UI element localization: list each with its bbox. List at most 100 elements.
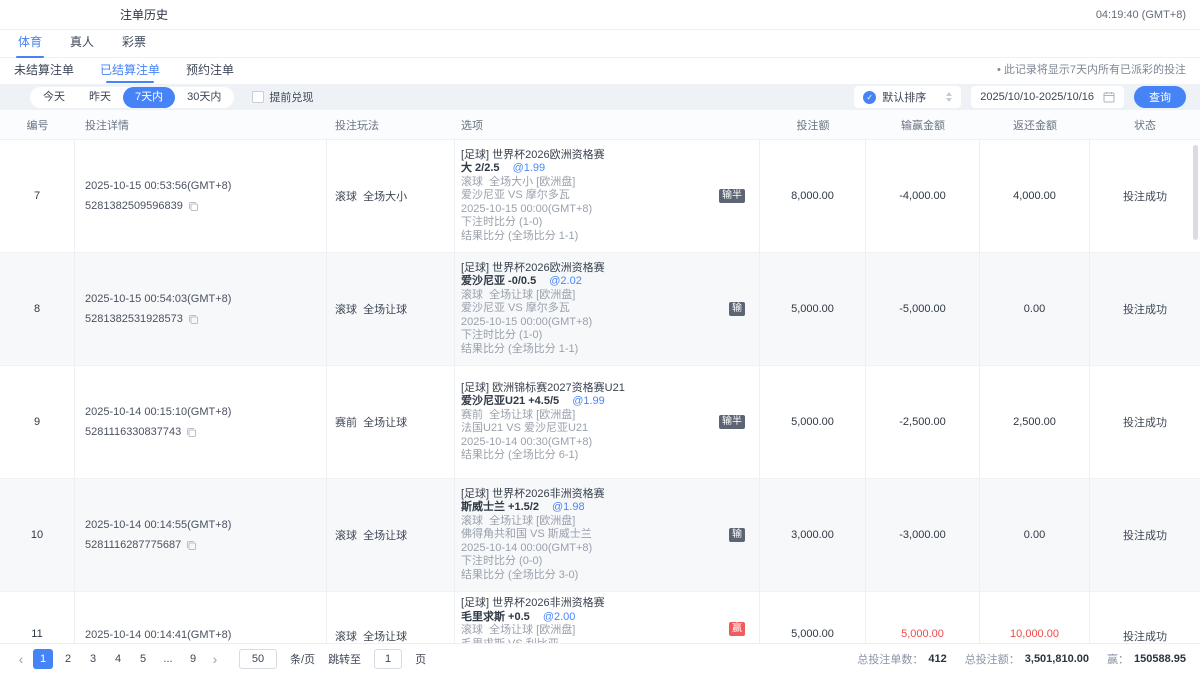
copy-icon[interactable]: [186, 427, 197, 438]
bet-play: 滚球 全场让球: [335, 628, 454, 643]
match-time: 2025-10-15 00:00(GMT+8): [461, 203, 759, 217]
return-amount: 0.00: [1024, 303, 1045, 315]
page-buttons: 12345...9: [33, 649, 203, 669]
page-button[interactable]: 1: [33, 649, 53, 669]
table-header-cell: 编号: [0, 117, 75, 133]
page-button[interactable]: ...: [158, 649, 178, 669]
league-name: [足球] 世界杯2026欧洲资格赛: [461, 149, 759, 163]
bet-amount-cell: 3,000.00: [760, 479, 866, 591]
return-amount: 0.00: [1024, 529, 1045, 541]
vertical-scrollbar-thumb[interactable]: [1193, 145, 1198, 240]
table-header-cell: 投注详情: [75, 117, 327, 133]
main-tab[interactable]: 真人: [70, 33, 94, 57]
bet-amount: 5,000.00: [791, 416, 834, 428]
date-range-button[interactable]: 30天内: [175, 87, 233, 108]
date-range-input[interactable]: 2025/10/10-2025/10/16: [971, 86, 1124, 108]
main-tab[interactable]: 彩票: [122, 33, 146, 57]
subtab-row: 未结算注单 已结算注单 预约注单 • 此记录将显示7天内所有已派彩的投注: [0, 58, 1200, 84]
page-button[interactable]: 5: [133, 649, 153, 669]
date-range-button[interactable]: 昨天: [77, 87, 123, 108]
sub-tab[interactable]: 预约注单: [186, 61, 234, 84]
bet-score: 下注时比分 (1-0): [461, 216, 759, 230]
market-info: 赛前 全场让球 [欧洲盘]: [461, 409, 759, 423]
bet-options-cell: [足球] 欧洲锦标赛2027资格赛U21 爱沙尼亚U21 +4.5/5 @1.9…: [455, 366, 760, 478]
bet-amount-cell: 5,000.00: [760, 253, 866, 365]
result-score: 结果比分 (全场比分 3-0): [461, 569, 759, 583]
prev-page-button[interactable]: ‹: [14, 651, 28, 667]
record-note: • 此记录将显示7天内所有已派彩的投注: [997, 61, 1186, 84]
win-loss-cell: -3,000.00: [866, 479, 980, 591]
pick: 大 2/2.5: [461, 162, 500, 174]
page-button[interactable]: 9: [183, 649, 203, 669]
page-button[interactable]: 2: [58, 649, 78, 669]
page-button[interactable]: 4: [108, 649, 128, 669]
page-title: 注单历史: [120, 6, 168, 23]
result-badge: 输: [729, 302, 745, 316]
calendar-icon: [1103, 91, 1115, 103]
bet-amount: 8,000.00: [791, 190, 834, 202]
pick: 爱沙尼亚U21 +4.5/5: [461, 395, 559, 407]
bet-play: 滚球 全场大小: [335, 188, 454, 204]
sub-tab[interactable]: 未结算注单: [14, 61, 74, 84]
sort-caret-icon: [946, 92, 952, 102]
return-amount: 2,500.00: [1013, 416, 1056, 428]
row-number-cell: 10: [0, 479, 75, 591]
league-name: [足球] 世界杯2026欧洲资格赛: [461, 262, 759, 276]
bet-amount-cell: 5,000.00: [760, 592, 866, 643]
bet-play-cell: 滚球 全场让球: [327, 479, 455, 591]
copy-icon[interactable]: [188, 314, 199, 325]
bet-status: 投注成功: [1123, 188, 1167, 204]
table-header-cell: 返还金额: [980, 117, 1090, 133]
result-badge: 输半: [719, 415, 745, 429]
pagination: ‹ 12345...9 › 条/页 跳转至 页: [14, 649, 426, 669]
pick-line: 爱沙尼亚 -0/0.5 @2.02: [461, 275, 759, 289]
bet-play: 滚球 全场让球: [335, 527, 454, 543]
status-cell: 投注成功: [1090, 366, 1200, 478]
league-name: [足球] 世界杯2026非洲资格赛: [461, 597, 759, 611]
checkbox-label: 提前兑现: [269, 89, 313, 105]
odds: @1.99: [572, 395, 605, 407]
bet-id-line: 5281116330837743: [85, 425, 326, 439]
total-bet-count: 总投注单数： 412: [857, 651, 946, 667]
query-button[interactable]: 查询: [1134, 86, 1186, 108]
bet-id: 5281382509596839: [85, 199, 183, 213]
market-info: 滚球 全场让球 [欧洲盘]: [461, 289, 759, 303]
date-range-button[interactable]: 7天内: [123, 87, 175, 108]
row-number: 9: [34, 416, 40, 428]
sub-tabs: 未结算注单 已结算注单 预约注单: [14, 61, 234, 84]
totals: 总投注单数： 412 总投注额： 3,501,810.00 赢： 150588.…: [857, 651, 1186, 667]
date-range-button[interactable]: 今天: [31, 87, 77, 108]
bet-status: 投注成功: [1123, 628, 1167, 643]
checkbox-icon[interactable]: [252, 91, 264, 103]
result-badge: 输半: [719, 189, 745, 203]
page-button[interactable]: 3: [83, 649, 103, 669]
bet-play-cell: 滚球 全场大小: [327, 140, 455, 252]
jump-input[interactable]: [374, 649, 402, 669]
table-header-cell: 投注玩法: [327, 117, 455, 133]
bet-row: 8 2025-10-15 00:54:03(GMT+8) 52813825319…: [0, 253, 1200, 366]
filter-bar: 今天昨天7天内30天内 提前兑现 默认排序 2025/10/10-2025/10…: [0, 84, 1200, 110]
jump-label: 跳转至: [328, 651, 361, 667]
win-loss-cell: -4,000.00: [866, 140, 980, 252]
result-score: 结果比分 (全场比分 1-1): [461, 343, 759, 357]
odds: @1.99: [513, 162, 546, 174]
sort-select[interactable]: 默认排序: [854, 86, 961, 108]
copy-icon[interactable]: [186, 540, 197, 551]
page-size-input[interactable]: [239, 649, 277, 669]
win-loss-amount: -3,000.00: [899, 529, 945, 541]
total-bet-amount: 总投注额： 3,501,810.00: [965, 651, 1089, 667]
win-loss-amount: -5,000.00: [899, 303, 945, 315]
teams: 佛得角共和国 VS 斯威士兰: [461, 528, 759, 542]
table-header-cell: 投注额: [760, 117, 866, 133]
main-tab[interactable]: 体育: [18, 33, 42, 57]
table-header-cell: 状态: [1090, 117, 1200, 133]
bet-amount: 5,000.00: [791, 303, 834, 315]
next-page-button[interactable]: ›: [208, 651, 222, 667]
bet-amount-cell: 5,000.00: [760, 366, 866, 478]
copy-icon[interactable]: [188, 201, 199, 212]
sub-tab[interactable]: 已结算注单: [100, 61, 160, 84]
league-name: [足球] 欧洲锦标赛2027资格赛U21: [461, 382, 759, 396]
early-cashout-checkbox[interactable]: 提前兑现: [252, 89, 313, 105]
total-win: 赢： 150588.95: [1107, 651, 1186, 667]
bet-play: 赛前 全场让球: [335, 414, 454, 430]
